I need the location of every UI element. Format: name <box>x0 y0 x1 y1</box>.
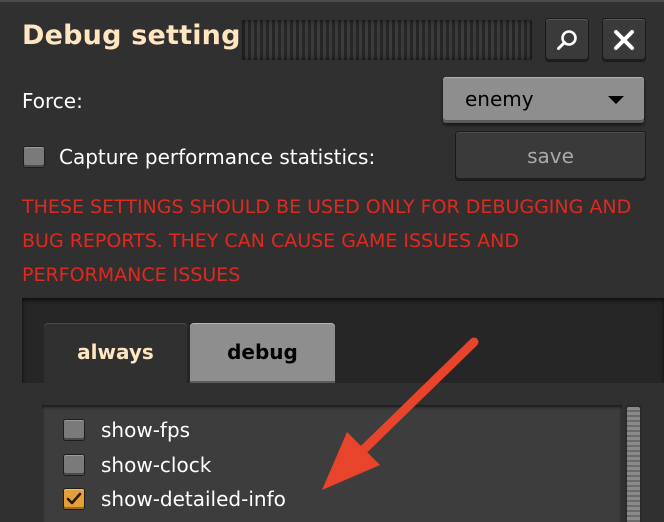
show-clock-checkbox[interactable] <box>64 455 84 475</box>
list-item-label: show-detailed-info <box>101 487 286 511</box>
scrollbar-thumb[interactable] <box>627 407 640 522</box>
list-item-label: show-fps <box>101 418 191 442</box>
list-item[interactable]: show-clock <box>64 451 564 481</box>
debug-settings-window: Debug settings Force: enemy Capture perf… <box>0 0 664 522</box>
window-title: Debug settings <box>22 20 257 51</box>
show-detailed-info-checkbox[interactable] <box>64 489 84 509</box>
list-item[interactable]: show-detailed-info <box>64 485 564 515</box>
options-list: show-fps show-clock show-detailed-info <box>42 405 622 522</box>
capture-performance-checkbox[interactable] <box>24 147 44 167</box>
scrollbar[interactable] <box>625 405 642 522</box>
force-dropdown[interactable]: enemy <box>443 77 644 123</box>
tab-debug[interactable]: debug <box>190 323 335 383</box>
warning-text: THESE SETTINGS SHOULD BE USED ONLY FOR D… <box>22 196 632 286</box>
list-item-label: show-clock <box>101 453 212 477</box>
title-bar: Debug settings <box>0 2 664 72</box>
close-button[interactable] <box>603 19 645 61</box>
force-label: Force: <box>22 89 83 113</box>
show-fps-checkbox[interactable] <box>64 420 84 440</box>
checkmark-icon <box>66 492 82 505</box>
force-selected-value: enemy <box>465 87 534 111</box>
save-button[interactable]: save <box>456 132 645 180</box>
dropdown-arrow-icon <box>608 96 624 104</box>
search-button[interactable] <box>546 19 588 61</box>
capture-performance-label: Capture performance statistics: <box>59 145 376 169</box>
drag-handle[interactable] <box>242 20 532 60</box>
search-icon <box>557 30 577 50</box>
list-item[interactable]: show-fps <box>64 416 564 446</box>
close-icon <box>614 30 634 50</box>
tab-always[interactable]: always <box>44 323 187 383</box>
